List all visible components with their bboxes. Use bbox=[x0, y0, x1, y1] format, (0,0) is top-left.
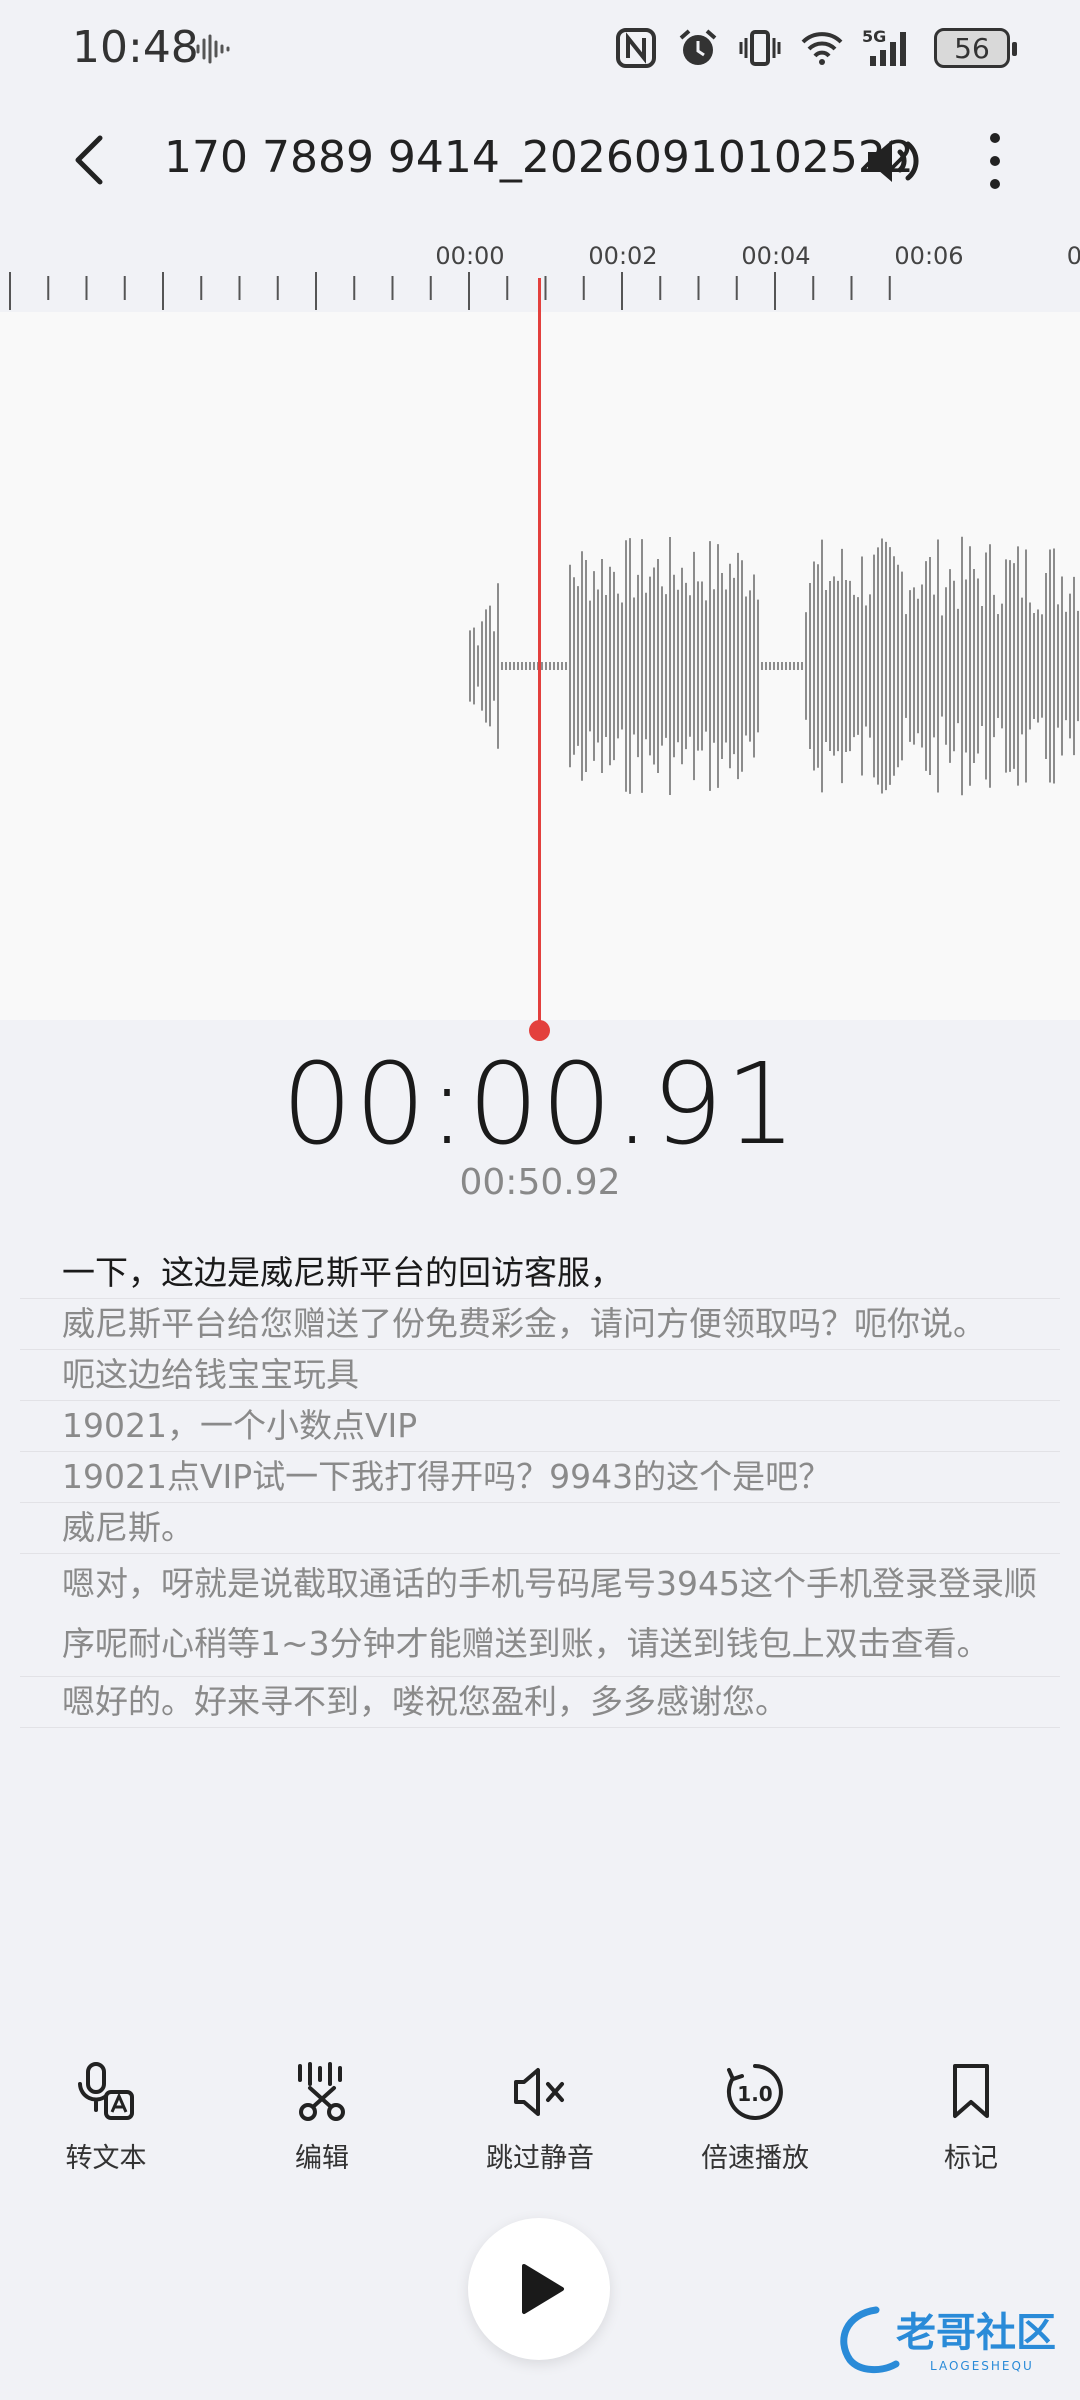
alarm-icon bbox=[679, 29, 717, 65]
transcript-line[interactable]: 呃这边给钱宝宝玩具 bbox=[20, 1350, 1060, 1401]
playback-speed-button[interactable]: 1.0 倍速播放 bbox=[655, 2060, 855, 2175]
edit-label: 编辑 bbox=[295, 2143, 349, 2174]
back-arrow-icon[interactable] bbox=[66, 130, 116, 190]
play-button[interactable] bbox=[468, 2218, 610, 2360]
timeline-label: 00:06 bbox=[894, 242, 963, 270]
watermark-logo: 老哥社区 LAOGESHEQU bbox=[840, 2306, 1056, 2373]
playhead-handle[interactable] bbox=[529, 1020, 550, 1041]
watermark-text: 老哥社区 bbox=[896, 2310, 1056, 2356]
recording-title: 170 7889 9414_20260910102522 bbox=[164, 132, 914, 183]
battery-icon: 56 bbox=[934, 28, 1017, 68]
transcript-line[interactable]: 19021点VIP试一下我打得开吗？9943的这个是吧？ bbox=[20, 1452, 1060, 1503]
speaker-icon[interactable] bbox=[864, 134, 924, 188]
mute-speaker-icon bbox=[514, 2068, 564, 2116]
wifi-icon bbox=[801, 32, 843, 65]
speed-icon: 1.0 bbox=[726, 2064, 783, 2120]
timeline-label: 00:00 bbox=[435, 242, 504, 270]
watermark-subtext: LAOGESHEQU bbox=[930, 2359, 1034, 2373]
transcript-line[interactable]: 嗯好的。好来寻不到，喽祝您盈利，多多感谢您。 bbox=[20, 1677, 1060, 1728]
bookmark-icon bbox=[953, 2064, 989, 2118]
playback-speed-label: 倍速播放 bbox=[701, 2143, 809, 2174]
svg-text:5G: 5G bbox=[862, 27, 886, 46]
speech-to-text-icon bbox=[78, 2062, 134, 2120]
playhead-line[interactable] bbox=[538, 278, 541, 1030]
to-text-label: 转文本 bbox=[65, 2143, 147, 2174]
mark-button[interactable]: 标记 bbox=[871, 2060, 1071, 2175]
to-text-button[interactable]: 转文本 bbox=[6, 2060, 206, 2175]
skip-silence-button[interactable]: 跳过静音 bbox=[440, 2060, 640, 2175]
timeline-label: 00 bbox=[1067, 242, 1080, 270]
status-time: 10:48 bbox=[72, 22, 199, 73]
nfc-icon bbox=[616, 28, 656, 68]
vibrate-icon bbox=[739, 30, 781, 66]
play-icon bbox=[522, 2264, 564, 2314]
transcript-line[interactable]: 一下，这边是威尼斯平台的回访客服， bbox=[20, 1248, 1060, 1299]
transcript-line[interactable]: 嗯对，呀就是说截取通话的手机号码尾号3945这个手机登录登录顺序呢耐心稍等1~3… bbox=[20, 1554, 1060, 1677]
transcript-line[interactable]: 威尼斯平台给您赠送了份免费彩金，请问方便领取吗？呃你说。 bbox=[20, 1299, 1060, 1350]
mark-label: 标记 bbox=[944, 2143, 998, 2174]
total-duration: 00:50.92 bbox=[459, 1162, 621, 1203]
more-vert-icon[interactable] bbox=[980, 128, 1010, 194]
5g-signal-icon: 5G bbox=[862, 27, 906, 66]
transcript-line[interactable]: 19021，一个小数点VIP bbox=[20, 1401, 1060, 1452]
recording-indicator-icon bbox=[196, 34, 230, 64]
edit-button[interactable]: 编辑 bbox=[222, 2060, 422, 2175]
speed-value: 1.0 bbox=[737, 2082, 772, 2106]
transcript-line[interactable]: 威尼斯。 bbox=[20, 1503, 1060, 1554]
timeline-label: 00:04 bbox=[741, 242, 810, 270]
status-icons: 5G 56 bbox=[614, 26, 1017, 70]
current-time: 00:00.91 bbox=[281, 1040, 799, 1170]
skip-silence-label: 跳过静音 bbox=[486, 2143, 594, 2174]
scissors-icon bbox=[298, 2062, 345, 2121]
timeline-label: 00:02 bbox=[588, 242, 657, 270]
transcript-list: 一下，这边是威尼斯平台的回访客服， 威尼斯平台给您赠送了份免费彩金，请问方便领取… bbox=[20, 1248, 1060, 1728]
